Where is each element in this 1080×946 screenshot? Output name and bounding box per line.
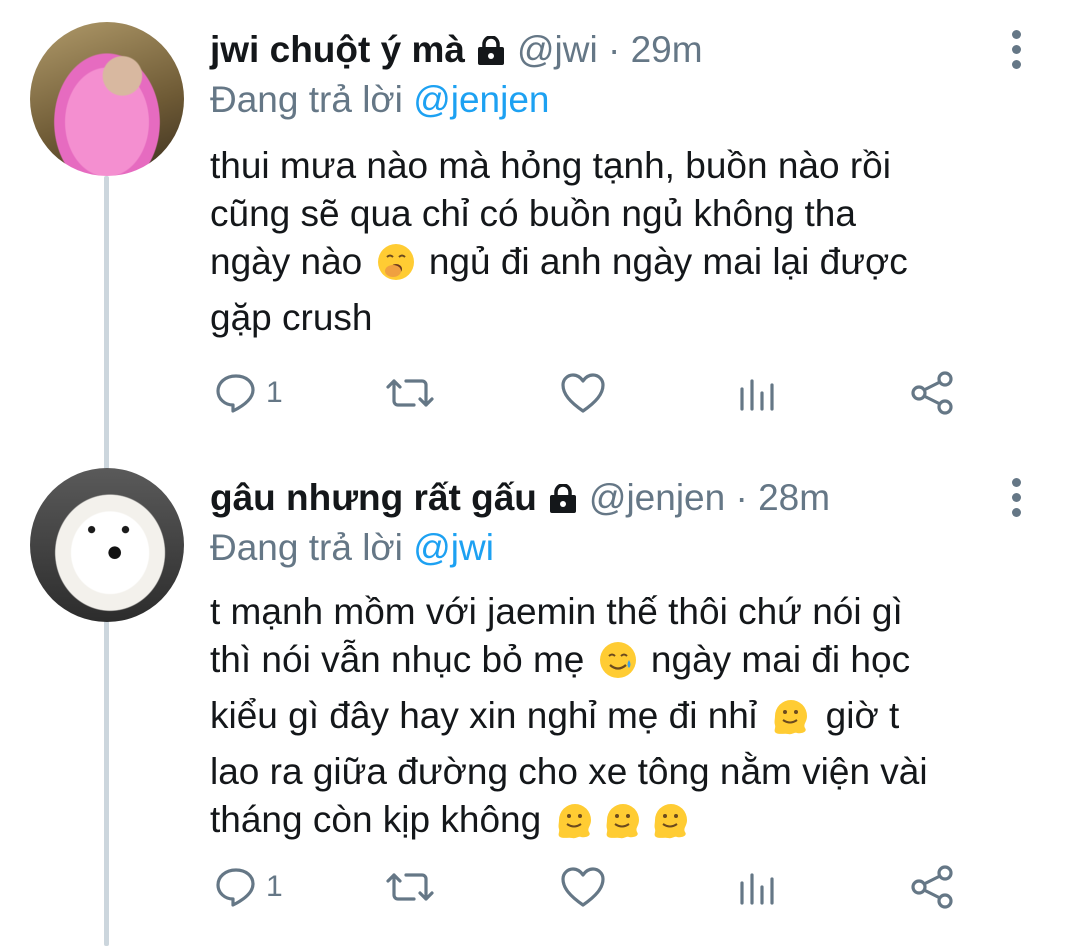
- reply-count: 1: [266, 376, 283, 409]
- analytics-button[interactable]: [738, 862, 778, 912]
- retweet-icon: [386, 865, 434, 909]
- display-name[interactable]: gâu nhưng rất gấu: [210, 477, 537, 518]
- separator-dot: ·: [597, 29, 631, 70]
- text-line: gặp crush: [210, 297, 373, 338]
- retweet-button[interactable]: [386, 862, 434, 912]
- text-line: tháng còn kịp không: [210, 796, 1030, 852]
- share-button[interactable]: [910, 862, 956, 912]
- tweet[interactable]: jwi chuột ý mà @jwi · 29m Đang trả lời @j…: [0, 0, 1080, 440]
- retweet-button[interactable]: [386, 368, 434, 418]
- smiling-face-with-tear-emoji: [598, 640, 638, 692]
- display-name[interactable]: jwi chuột ý mà: [210, 29, 465, 70]
- like-button[interactable]: [560, 862, 606, 912]
- melting-face-emoji: [650, 800, 692, 852]
- replying-label: Đang trả lời: [210, 79, 403, 120]
- tweet-header: gâu nhưng rất gấu @jenjen · 28m: [210, 476, 830, 520]
- text-line: cũng sẽ qua chỉ có buồn ngủ không tha: [210, 193, 856, 234]
- text-line: t mạnh mồm với jaemin thế thôi chứ nói g…: [210, 591, 903, 632]
- share-button[interactable]: [910, 368, 956, 418]
- text-line: thì nói vẫn nhục bỏ mẹ ngày mai đi học: [210, 636, 1030, 692]
- handle[interactable]: @jenjen: [589, 477, 725, 518]
- replying-to-handle[interactable]: @jwi: [413, 527, 494, 568]
- text-line: ngày nào ngủ đi anh ngày mai lại được: [210, 238, 1030, 294]
- lock-icon: [547, 480, 579, 524]
- yawning-face-emoji: [376, 242, 416, 294]
- timestamp[interactable]: 28m: [758, 477, 830, 518]
- tweet[interactable]: gâu nhưng rất gấu @jenjen · 28m Đang trả …: [0, 440, 1080, 946]
- melting-face-emoji: [554, 800, 596, 852]
- reply-count: 1: [266, 870, 283, 903]
- analytics-button[interactable]: [738, 368, 778, 418]
- more-options-icon[interactable]: [1010, 478, 1024, 523]
- more-options-icon[interactable]: [1010, 30, 1024, 75]
- analytics-icon: [738, 373, 778, 413]
- share-icon: [910, 864, 956, 910]
- replying-to: Đang trả lời @jwi: [210, 526, 494, 570]
- text-line: thui mưa nào mà hỏng tạnh, buồn nào rồi: [210, 145, 891, 186]
- heart-icon: [560, 866, 606, 908]
- tweet-header: jwi chuột ý mà @jwi · 29m: [210, 28, 703, 72]
- melting-face-emoji: [770, 696, 812, 748]
- melting-face-emoji: [602, 800, 644, 852]
- text-line: kiểu gì đây hay xin nghỉ mẹ đi nhỉ giờ t: [210, 692, 1030, 748]
- tweet-actions: 1: [210, 368, 990, 418]
- analytics-icon: [738, 867, 778, 907]
- separator-dot: ·: [725, 477, 759, 518]
- heart-icon: [560, 372, 606, 414]
- reply-icon: [214, 371, 258, 415]
- handle[interactable]: @jwi: [517, 29, 598, 70]
- replying-to: Đang trả lời @jenjen: [210, 78, 550, 122]
- avatar[interactable]: [30, 22, 184, 176]
- text-line: lao ra giữa đường cho xe tông nằm viện v…: [210, 751, 928, 792]
- share-icon: [910, 370, 956, 416]
- replying-label: Đang trả lời: [210, 527, 403, 568]
- lock-icon: [475, 32, 507, 76]
- tweet-text: thui mưa nào mà hỏng tạnh, buồn nào rồi …: [210, 142, 1030, 342]
- tweet-actions: 1: [210, 862, 990, 912]
- timestamp[interactable]: 29m: [631, 29, 703, 70]
- reply-button[interactable]: 1: [214, 862, 283, 912]
- like-button[interactable]: [560, 368, 606, 418]
- reply-icon: [214, 865, 258, 909]
- avatar[interactable]: [30, 468, 184, 622]
- replying-to-handle[interactable]: @jenjen: [413, 79, 549, 120]
- reply-button[interactable]: 1: [214, 368, 283, 418]
- tweet-text: t mạnh mồm với jaemin thế thôi chứ nói g…: [210, 588, 1030, 852]
- retweet-icon: [386, 371, 434, 415]
